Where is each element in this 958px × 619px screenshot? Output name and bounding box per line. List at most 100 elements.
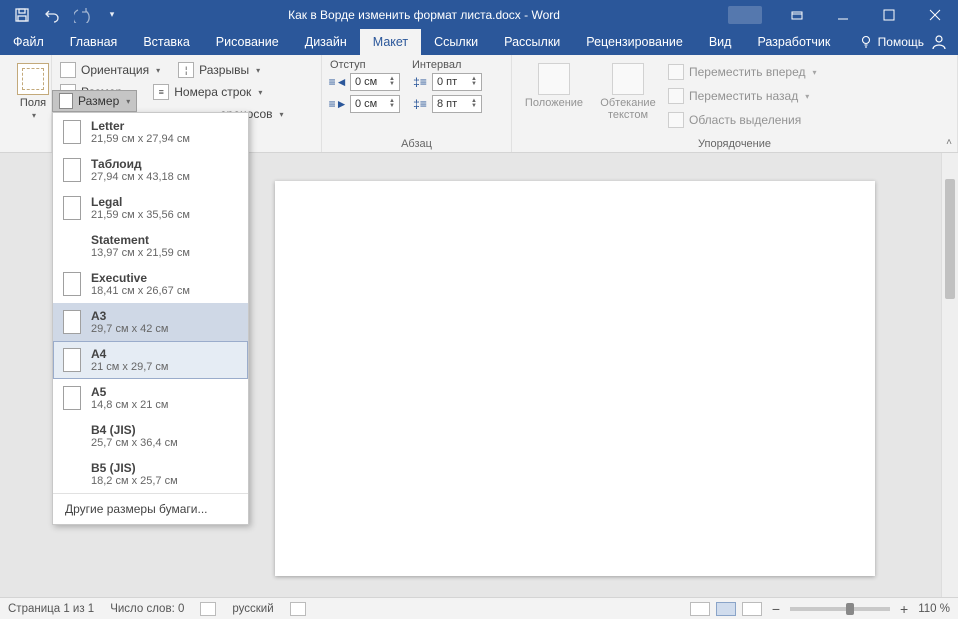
save-icon[interactable] [14,7,30,23]
size-option-a5[interactable]: A514,8 см x 21 см [53,379,248,417]
status-lang[interactable]: русский [232,603,273,615]
size-dim: 21,59 см x 35,56 см [91,209,190,221]
size-option-b5-jis-[interactable]: B5 (JIS)18,2 см x 25,7 см [53,455,248,493]
zoom-out[interactable]: − [772,601,780,617]
quick-access-toolbar: ▾ [0,7,120,23]
size-name: A5 [91,385,169,399]
indent-right-icon: ≡► [330,96,346,112]
size-option-letter[interactable]: Letter21,59 см x 27,94 см [53,113,248,151]
bring-forward-button[interactable]: Переместить вперед▾ [668,61,817,83]
help-label: Помощь [878,35,924,49]
minimize-icon[interactable] [820,0,866,29]
tell-me[interactable]: Помощь [859,35,924,49]
document-page[interactable] [275,181,875,576]
send-backward-icon [668,88,684,104]
view-print-icon[interactable] [716,602,736,616]
tab-mailings[interactable]: Рассылки [491,29,573,55]
size-name: Таблоид [91,157,190,171]
size-dim: 21,59 см x 27,94 см [91,133,190,145]
tab-references[interactable]: Ссылки [421,29,491,55]
tab-design[interactable]: Дизайн [292,29,360,55]
size-name: Letter [91,119,190,133]
ribbon-display-icon[interactable] [774,0,820,29]
size-option-b4-jis-[interactable]: B4 (JIS)25,7 см x 36,4 см [53,417,248,455]
breaks-label: Разрывы [199,63,249,77]
tab-file[interactable]: Файл [0,29,57,55]
line-numbers-button[interactable]: Номера строк [174,85,251,99]
selection-pane-icon [668,112,684,128]
page-thumb-icon [63,196,81,220]
maximize-icon[interactable] [866,0,912,29]
orientation-button[interactable]: Ориентация▾ ¦ Разрывы▾ [60,59,313,81]
size-button-open[interactable]: Размер▾ [52,90,137,112]
tab-insert[interactable]: Вставка [130,29,202,55]
indent-left-input[interactable]: 0 см▲▼ [350,73,400,91]
vertical-scrollbar[interactable] [941,153,958,597]
account-icon[interactable] [930,33,948,51]
space-before-icon: ‡≡ [412,74,428,90]
size-option-statement[interactable]: Statement13,97 см x 21,59 см [53,227,248,265]
zoom-knob[interactable] [846,603,854,615]
spellcheck-icon[interactable] [200,602,216,616]
macro-record-icon[interactable] [290,602,306,616]
wrap-text-button[interactable]: Обтекание текстом [592,59,664,131]
group-paragraph: Отступ ≡◄ 0 см▲▼ ≡► 0 см▲▼ Интервал ‡≡ 0… [322,55,512,152]
group-arrange-label: Упорядочение [520,136,949,150]
view-web-icon[interactable] [742,602,762,616]
size-dim: 13,97 см x 21,59 см [91,247,190,259]
send-backward-button[interactable]: Переместить назад▾ [668,85,817,107]
zoom-level[interactable]: 110 % [918,603,950,615]
scrollbar-thumb[interactable] [945,179,955,299]
close-icon[interactable] [912,0,958,29]
size-dim: 27,94 см x 43,18 см [91,171,190,183]
tab-home[interactable]: Главная [57,29,131,55]
page-thumb-icon [63,348,81,372]
size-dim: 29,7 см x 42 см [91,323,169,335]
tab-review[interactable]: Рецензирование [573,29,696,55]
size-name: Statement [91,233,190,247]
margins-button[interactable]: Поля ▾ [8,59,58,124]
chevron-down-icon: ▾ [32,111,36,120]
bring-forward-icon [668,64,684,80]
collapse-ribbon-icon[interactable]: ˄ [946,137,952,148]
redo-icon[interactable] [74,7,90,23]
account-placeholder [728,6,762,24]
size-name: A3 [91,309,169,323]
zoom-slider[interactable] [790,607,890,611]
selection-pane-button[interactable]: Область выделения [668,109,817,131]
tab-layout[interactable]: Макет [360,29,421,55]
customize-qat-icon[interactable]: ▾ [104,7,120,23]
size-option-legal[interactable]: Legal21,59 см x 35,56 см [53,189,248,227]
title-bar: ▾ Как в Ворде изменить формат листа.docx… [0,0,958,29]
zoom-in[interactable]: + [900,601,908,617]
tab-draw[interactable]: Рисование [203,29,292,55]
group-page-setup-left: Поля ▾ [0,55,52,152]
size-dim: 18,41 см x 26,67 см [91,285,190,297]
tab-developer[interactable]: Разработчик [744,29,843,55]
size-option-a4[interactable]: A421 см x 29,7 см [53,341,248,379]
size-dim: 25,7 см x 36,4 см [91,437,178,449]
view-switcher [690,602,762,616]
size-dim: 21 см x 29,7 см [91,361,169,373]
indent-right-input[interactable]: 0 см▲▼ [350,95,400,113]
space-before-input[interactable]: 0 пт▲▼ [432,73,482,91]
size-name: Legal [91,195,190,209]
size-name: Executive [91,271,190,285]
breaks-icon: ¦ [178,62,194,78]
size-dim: 18,2 см x 25,7 см [91,475,178,487]
more-paper-sizes[interactable]: Другие размеры бумаги... [53,493,248,524]
orientation-label: Ориентация [81,63,149,77]
undo-icon[interactable] [44,7,60,23]
space-after-input[interactable]: 8 пт▲▼ [432,95,482,113]
page-size-dropdown: Letter21,59 см x 27,94 смТаблоид27,94 см… [52,112,249,525]
status-words[interactable]: Число слов: 0 [110,603,184,615]
status-page[interactable]: Страница 1 из 1 [8,603,94,615]
margins-label: Поля [20,97,46,109]
orientation-icon [60,62,76,78]
tab-view[interactable]: Вид [696,29,745,55]
size-option-a3[interactable]: A329,7 см x 42 см [53,303,248,341]
view-read-icon[interactable] [690,602,710,616]
size-option--[interactable]: Таблоид27,94 см x 43,18 см [53,151,248,189]
size-option-executive[interactable]: Executive18,41 см x 26,67 см [53,265,248,303]
position-button[interactable]: Положение [520,59,588,131]
